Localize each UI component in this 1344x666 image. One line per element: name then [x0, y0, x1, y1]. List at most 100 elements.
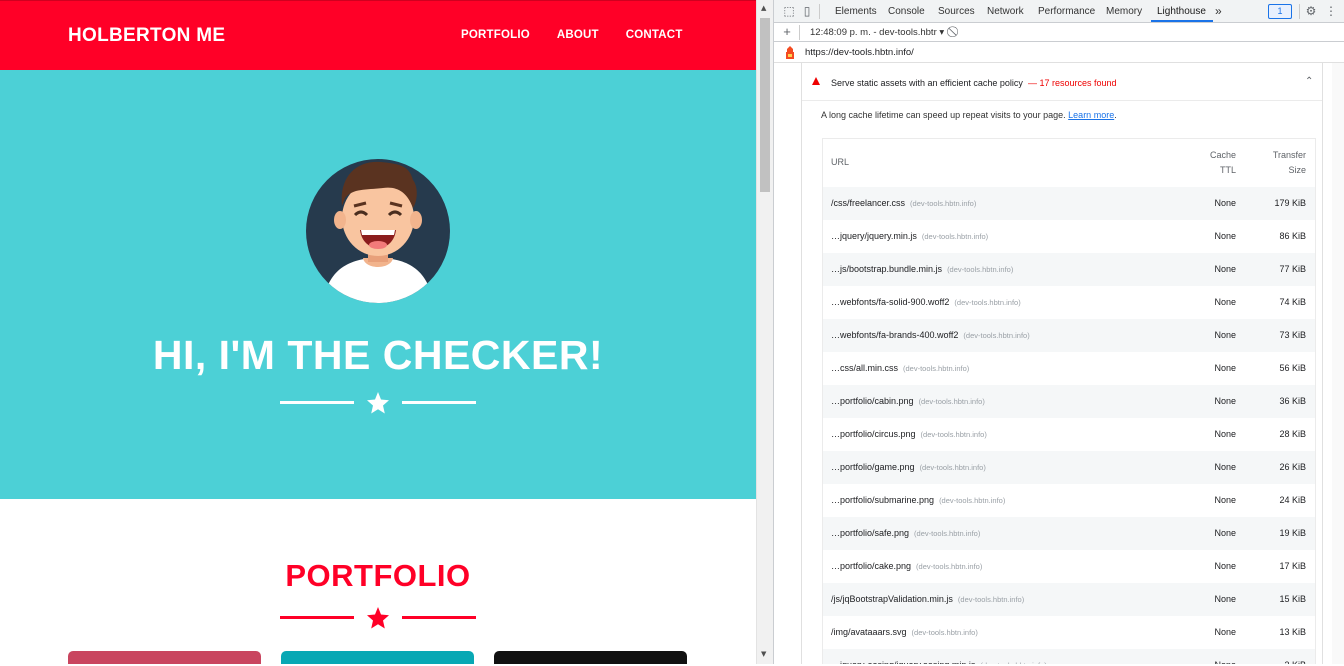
resource-host: (dev-tools.hbtn.info): [914, 529, 981, 538]
resource-url-cell: …portfolio/cake.png (dev-tools.hbtn.info): [831, 561, 982, 571]
resource-url[interactable]: …js/bootstrap.bundle.min.js: [831, 264, 942, 274]
website-scrollbar[interactable]: ▲ ▼: [756, 0, 773, 664]
resource-host: (dev-tools.hbtn.info): [921, 232, 989, 241]
inspect-element-icon[interactable]: ⬚: [782, 4, 796, 18]
avatar-image: [306, 159, 450, 303]
portfolio-card-2[interactable]: [281, 651, 474, 664]
toolbar-separator: [1299, 4, 1300, 19]
chevron-up-icon[interactable]: ⌃: [1305, 76, 1313, 87]
scroll-down-arrow-icon[interactable]: ▼: [761, 650, 766, 658]
resource-url[interactable]: /js/jqBootstrapValidation.min.js: [831, 594, 953, 604]
portfolio-card-3[interactable]: [494, 651, 687, 664]
resource-url-cell: …portfolio/safe.png (dev-tools.hbtn.info): [831, 528, 980, 538]
resource-url-cell: /css/freelancer.css (dev-tools.hbtn.info): [831, 198, 976, 208]
resource-host: (dev-tools.hbtn.info): [963, 331, 1030, 340]
table-row: …portfolio/safe.png (dev-tools.hbtn.info)…: [823, 517, 1315, 550]
resource-host: (dev-tools.hbtn.info): [920, 430, 987, 439]
report-scrollbar[interactable]: [1332, 63, 1344, 664]
resource-url-cell: …jquery-easing/jquery.easing.min.js (dev-…: [831, 660, 1047, 664]
table-row: …portfolio/game.png (dev-tools.hbtn.info)…: [823, 451, 1315, 484]
device-toolbar-icon[interactable]: ▯: [800, 4, 814, 18]
transfer-size-cell: 28 KiB: [1279, 429, 1306, 439]
cache-ttl-cell: None: [1214, 297, 1236, 307]
resource-url-cell: …webfonts/fa-solid-900.woff2 (dev-tools.h…: [831, 297, 1021, 307]
header-cache-ttl-line1: Cache: [1209, 150, 1236, 160]
site-brand[interactable]: HOLBERTON ME: [68, 25, 225, 47]
resource-url[interactable]: …portfolio/submarine.png: [831, 495, 934, 505]
resource-url[interactable]: …portfolio/cake.png: [831, 561, 911, 571]
resource-url-cell: …js/bootstrap.bundle.min.js (dev-tools.hb…: [831, 264, 1013, 274]
resource-url[interactable]: …webfonts/fa-solid-900.woff2: [831, 297, 949, 307]
portfolio-star-divider: [280, 606, 476, 630]
resource-url-cell: …portfolio/cabin.png (dev-tools.hbtn.info…: [831, 396, 985, 406]
tab-memory[interactable]: Memory: [1106, 6, 1142, 17]
resource-url[interactable]: …portfolio/game.png: [831, 462, 915, 472]
cache-ttl-cell: None: [1214, 594, 1236, 604]
add-report-icon[interactable]: +: [780, 25, 794, 39]
table-row: …webfonts/fa-brands-400.woff2 (dev-tools.…: [823, 319, 1315, 352]
header-cache-ttl: Cache TTL: [1210, 148, 1236, 178]
tab-network[interactable]: Network: [987, 6, 1024, 17]
table-row: …portfolio/submarine.png (dev-tools.hbtn.…: [823, 484, 1315, 517]
resource-url[interactable]: …portfolio/cabin.png: [831, 396, 914, 406]
transfer-size-cell: 73 KiB: [1279, 330, 1306, 340]
resource-url[interactable]: …jquery-easing/jquery.easing.min.js: [831, 660, 975, 664]
star-icon: [367, 607, 389, 629]
period: .: [1114, 110, 1117, 120]
transfer-size-cell: 17 KiB: [1279, 561, 1306, 571]
tab-performance[interactable]: Performance: [1038, 6, 1095, 17]
header-transfer-size-line2: Size: [1288, 165, 1306, 175]
nav-link-contact[interactable]: CONTACT: [626, 29, 683, 41]
devtools-tabbar: ⬚ ▯ Elements Console Sources Network Per…: [774, 0, 1344, 23]
scrollbar-thumb[interactable]: [760, 18, 770, 192]
website-viewport: HOLBERTON ME PORTFOLIO ABOUT CONTACT HI,…: [0, 0, 756, 664]
transfer-size-cell: 3 KiB: [1284, 660, 1306, 664]
more-tabs-icon[interactable]: »: [1215, 4, 1222, 18]
audit-summary: — 17 resources found: [1028, 78, 1117, 88]
portfolio-card-1[interactable]: [68, 651, 261, 664]
resource-url[interactable]: /img/avataaars.svg: [831, 627, 907, 637]
hero-section: HI, I'M THE CHECKER!: [0, 70, 756, 499]
lighthouse-icon: [786, 46, 794, 59]
audit-header[interactable]: Serve static assets with an efficient ca…: [802, 63, 1322, 101]
divider-line-right: [402, 616, 476, 619]
resource-host: (dev-tools.hbtn.info): [939, 496, 1006, 505]
cache-ttl-cell: None: [1214, 528, 1236, 538]
scroll-up-arrow-icon[interactable]: ▲: [761, 4, 766, 12]
warning-triangle-icon: [812, 77, 820, 85]
resource-host: (dev-tools.hbtn.info): [916, 562, 983, 571]
toolbar-separator: [799, 25, 800, 40]
resource-url[interactable]: …jquery/jquery.min.js: [831, 231, 917, 241]
tab-lighthouse[interactable]: Lighthouse: [1157, 6, 1206, 17]
resource-url[interactable]: …webfonts/fa-brands-400.woff2: [831, 330, 958, 340]
resource-url-cell: …portfolio/circus.png (dev-tools.hbtn.inf…: [831, 429, 987, 439]
transfer-size-cell: 24 KiB: [1279, 495, 1306, 505]
table-row: /img/avataaars.svg (dev-tools.hbtn.info) N…: [823, 616, 1315, 649]
resource-url[interactable]: /css/freelancer.css: [831, 198, 905, 208]
transfer-size-cell: 15 KiB: [1279, 594, 1306, 604]
gear-icon[interactable]: ⚙: [1304, 4, 1318, 18]
issues-badge[interactable]: 1: [1268, 4, 1292, 19]
resource-url-cell: …webfonts/fa-brands-400.woff2 (dev-tools.…: [831, 330, 1030, 340]
resource-url[interactable]: …portfolio/safe.png: [831, 528, 909, 538]
more-options-icon[interactable]: ⋮: [1324, 4, 1338, 18]
cache-ttl-cell: None: [1214, 363, 1236, 373]
resource-url[interactable]: …portfolio/circus.png: [831, 429, 916, 439]
resource-url-cell: …portfolio/game.png (dev-tools.hbtn.info): [831, 462, 986, 472]
cache-ttl-cell: None: [1214, 231, 1236, 241]
nav-link-about[interactable]: ABOUT: [557, 29, 599, 41]
tab-sources[interactable]: Sources: [938, 6, 975, 17]
learn-more-link[interactable]: Learn more: [1068, 110, 1114, 120]
transfer-size-cell: 77 KiB: [1279, 264, 1306, 274]
resource-url-cell: …jquery/jquery.min.js (dev-tools.hbtn.inf…: [831, 231, 988, 241]
tab-elements[interactable]: Elements: [835, 6, 877, 17]
nav-link-portfolio[interactable]: PORTFOLIO: [461, 29, 530, 41]
table-body: /css/freelancer.css (dev-tools.hbtn.info)…: [823, 187, 1315, 664]
report-page-url[interactable]: https://dev-tools.hbtn.info/: [805, 47, 914, 58]
report-selector[interactable]: 12:48:09 p. m. - dev-tools.hbtr ▾: [810, 27, 944, 38]
resource-url[interactable]: …css/all.min.css: [831, 363, 898, 373]
table-row: …jquery/jquery.min.js (dev-tools.hbtn.inf…: [823, 220, 1315, 253]
issues-count: 1: [1277, 6, 1283, 16]
clear-reports-icon[interactable]: ⃠: [948, 25, 962, 39]
tab-console[interactable]: Console: [888, 6, 925, 17]
